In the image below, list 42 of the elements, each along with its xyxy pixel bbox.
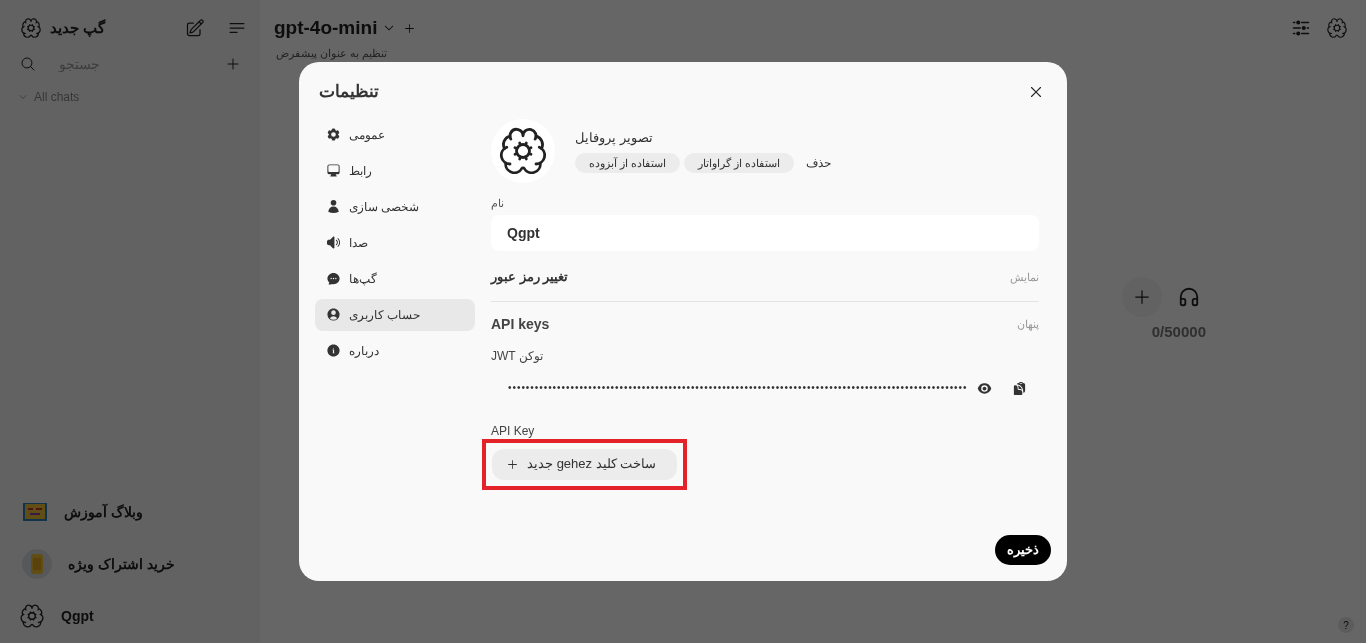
brain-gear-icon[interactable] — [1326, 17, 1348, 40]
profile-picture-label: تصویر پروفایل — [575, 128, 653, 148]
settings-tab[interactable]: صدا — [315, 226, 475, 259]
name-label: نام — [491, 195, 504, 211]
settings-tab[interactable]: رابط — [315, 154, 475, 187]
copy-icon[interactable] — [1012, 380, 1028, 396]
chat-bubble-icon — [326, 271, 341, 286]
person-icon — [326, 199, 341, 214]
settings-tab[interactable]: گپ‌ها — [315, 262, 475, 295]
gear-icon — [326, 127, 341, 142]
api-keys-label: API keys — [491, 314, 550, 334]
plus-icon[interactable] — [403, 21, 417, 35]
speaker-icon — [326, 235, 341, 250]
edit-icon[interactable] — [185, 18, 205, 38]
brain-gear-icon — [20, 17, 42, 39]
save-button[interactable]: ذخیره — [995, 535, 1051, 565]
plus-icon[interactable] — [225, 56, 241, 72]
plus-icon — [1132, 287, 1152, 307]
settings-tab[interactable]: شخصی سازی — [315, 190, 475, 223]
blog-icon — [22, 501, 48, 523]
settings-tab[interactable]: عمومی — [315, 118, 475, 151]
create-key-button[interactable]: ساخت کلید gehez جدید — [492, 448, 677, 480]
settings-tab[interactable]: درباره — [315, 334, 475, 367]
masked-token: ••••••••••••••••••••••••••••••••••••••••••••••••••••••••••••••••••••••••••••••••••••••••••••••••••••••• — [508, 382, 968, 394]
search-icon — [20, 56, 36, 72]
change-password-label: تغییر رمز عبور — [491, 268, 569, 287]
add-button[interactable] — [1122, 277, 1162, 317]
dialog-title: تنظیمات — [319, 81, 379, 103]
remove-link[interactable]: حذف — [806, 154, 832, 173]
profile-option-chip[interactable]: استفاده از آبزوده — [575, 153, 681, 174]
plus-icon — [506, 457, 519, 471]
monitor-icon — [326, 163, 341, 178]
info-icon — [326, 343, 341, 358]
avatar-icon[interactable] — [19, 603, 45, 629]
settings-tab[interactable]: حساب کاربری — [315, 298, 475, 331]
eye-icon[interactable] — [977, 380, 993, 396]
api-key-label: API Key — [491, 422, 535, 440]
profile-option-chip[interactable]: استفاده از گراواتار — [684, 153, 795, 174]
phone-coin-icon — [22, 549, 52, 579]
name-field[interactable]: Qgpt — [491, 215, 1039, 251]
headphones-icon[interactable] — [1178, 286, 1200, 308]
jwt-token-label: توکن JWT — [491, 347, 543, 365]
